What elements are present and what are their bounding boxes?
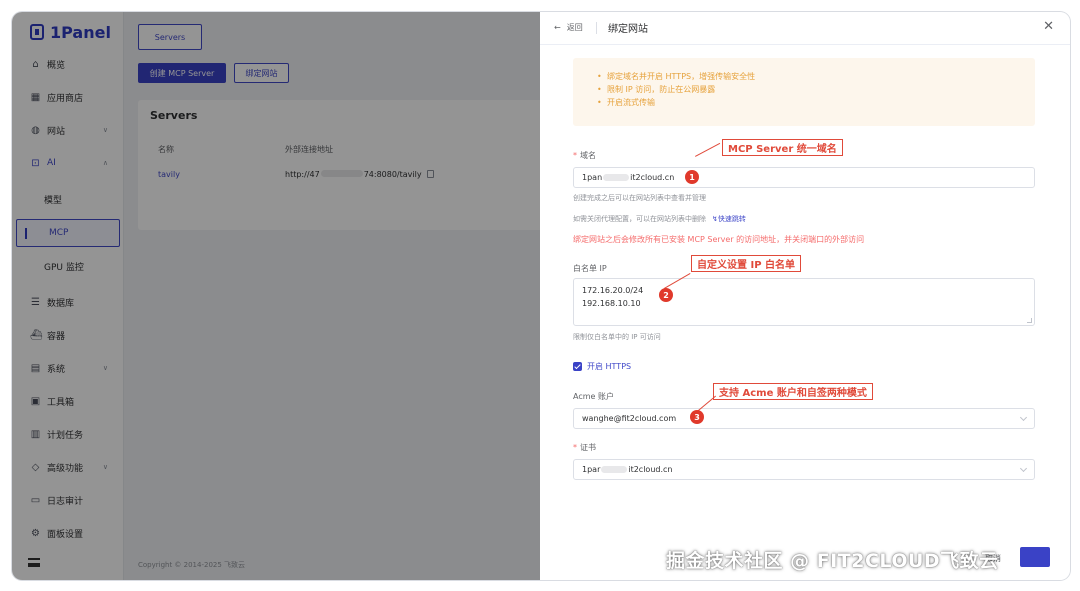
close-icon[interactable]: ✕ xyxy=(1043,19,1054,34)
whitelist-hint: 限制仅白名单中的 IP 可访问 xyxy=(573,333,661,341)
callout-badge: 3 xyxy=(690,410,704,424)
domain-label: * 域名 xyxy=(573,151,596,160)
domain-input[interactable]: 1pan it2cloud.cn xyxy=(573,167,1035,188)
cert-label: * 证书 xyxy=(573,443,596,452)
whitelist-textarea[interactable]: 172.16.20.0/24 192.168.10.10 xyxy=(573,278,1035,326)
watermark-text: 掘金技术社区 @ FIT2CLOUD飞致云 xyxy=(666,550,999,572)
https-checkbox[interactable]: 开启 HTTPS xyxy=(573,361,631,372)
header-divider xyxy=(540,44,1070,45)
checkbox-checked-icon[interactable] xyxy=(573,362,582,371)
chevron-down-icon xyxy=(1019,464,1028,473)
whitelist-label: 白名单 IP xyxy=(573,264,607,273)
chevron-down-icon xyxy=(1019,413,1028,422)
callout-leader xyxy=(695,142,721,157)
back-button[interactable]: ← 返回 xyxy=(554,22,583,33)
callout-ip-whitelist: 自定义设置 IP 白名单 xyxy=(691,255,802,272)
info-alert: 绑定域名并开启 HTTPS，增强传输安全性 限制 IP 访问，防止在公网暴露 开… xyxy=(573,58,1035,126)
acme-label: Acme 账户 xyxy=(573,392,614,401)
app-window: 1Panel ⌂ 概览 ▦ 应用商店 ◍ 网站 ∨ ⊡ AI ∧ 模型 MCP … xyxy=(12,12,1070,580)
drawer-title: 绑定网站 xyxy=(608,24,648,35)
alert-item: 绑定域名并开启 HTTPS，增强传输安全性 xyxy=(597,70,755,83)
header-separator xyxy=(596,22,597,34)
proxy-hint: 如需关闭代理配置，可以在网站列表中删除 ↯快速跳转 xyxy=(573,215,746,223)
cert-select[interactable]: 1par it2cloud.cn xyxy=(573,459,1035,480)
redacted-text xyxy=(601,466,628,473)
callout-unified-domain: MCP Server 统一域名 xyxy=(722,139,843,156)
required-mark: * xyxy=(573,443,577,452)
modal-overlay[interactable] xyxy=(12,12,540,580)
required-mark: * xyxy=(573,151,577,160)
confirm-button[interactable] xyxy=(1020,547,1050,567)
bind-warning-text: 绑定网站之后会修改所有已安装 MCP Server 的访问地址，并关闭端口的外部… xyxy=(573,235,865,244)
callout-badge: 2 xyxy=(659,288,673,302)
callout-acme-modes: 支持 Acme 账户和自签两种模式 xyxy=(713,383,873,400)
callout-badge: 1 xyxy=(685,170,699,184)
domain-hint: 创建完成之后可以在网站列表中查看并管理 xyxy=(573,194,706,202)
acme-select[interactable]: wanghe@fit2cloud.com xyxy=(573,408,1035,429)
resize-handle-icon[interactable] xyxy=(1027,318,1032,323)
alert-item: 限制 IP 访问，防止在公网暴露 xyxy=(597,83,755,96)
quick-jump-link[interactable]: ↯快速跳转 xyxy=(712,215,746,223)
arrow-left-icon: ← xyxy=(554,23,561,32)
redacted-text xyxy=(603,174,630,181)
bind-website-drawer: ← 返回 绑定网站 ✕ 绑定域名并开启 HTTPS，增强传输安全性 限制 IP … xyxy=(540,12,1070,580)
alert-item: 开启流式传输 xyxy=(597,96,755,109)
